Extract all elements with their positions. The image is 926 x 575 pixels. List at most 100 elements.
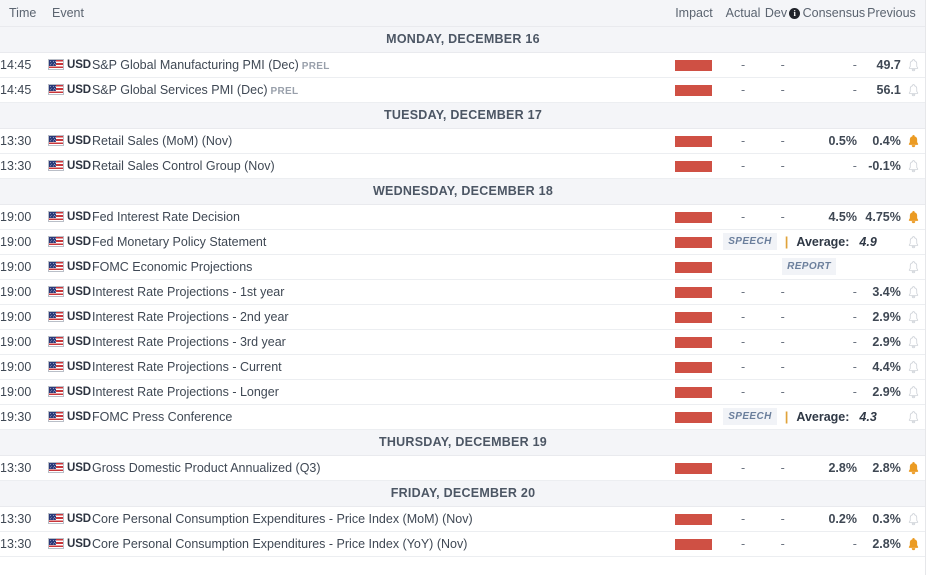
currency-cell: USD <box>46 404 92 429</box>
event-row[interactable]: 19:00USDInterest Rate Projections - Long… <box>0 379 926 404</box>
event-name-cell[interactable]: Interest Rate Projections - 2nd year <box>92 304 665 329</box>
event-row[interactable]: 19:00USDFOMC Economic ProjectionsREPORT <box>0 254 926 279</box>
event-name-cell[interactable]: FOMC Economic Projections <box>92 254 665 279</box>
alert-bell-cell[interactable] <box>901 379 926 404</box>
currency-label: USD <box>67 462 91 474</box>
average-value: 4.3 <box>859 410 876 424</box>
event-row[interactable]: 19:00USDInterest Rate Projections - 2nd … <box>0 304 926 329</box>
event-row[interactable]: 13:30USDRetail Sales Control Group (Nov)… <box>0 153 926 178</box>
alert-bell-cell[interactable] <box>901 52 926 77</box>
column-header-event[interactable]: Event <box>46 0 665 26</box>
alert-bell-cell[interactable] <box>901 279 926 304</box>
event-name-cell[interactable]: Interest Rate Projections - 3rd year <box>92 329 665 354</box>
economic-calendar: Time Event Impact Actual Devi Consensus … <box>0 0 926 575</box>
impact-cell <box>665 128 724 153</box>
alert-bell-cell[interactable] <box>901 531 926 556</box>
alert-bell-cell[interactable] <box>901 229 926 254</box>
previous-value: 0.4% <box>857 128 901 153</box>
alert-bell-cell[interactable] <box>901 506 926 531</box>
consensus-value: 2.8% <box>803 455 857 480</box>
alert-bell-cell[interactable] <box>901 254 926 279</box>
consensus-value: 0.2% <box>803 506 857 531</box>
event-name: Interest Rate Projections - 3rd year <box>92 335 286 349</box>
event-name-cell[interactable]: S&P Global Services PMI (Dec)PREL <box>92 77 665 102</box>
event-name-cell[interactable]: Retail Sales Control Group (Nov) <box>92 153 665 178</box>
column-header-previous[interactable]: Previous <box>857 0 926 26</box>
bell-filled-icon[interactable] <box>907 460 920 474</box>
event-name-cell[interactable]: FOMC Press Conference <box>92 404 665 429</box>
average-label: Average: <box>796 410 849 424</box>
bell-outline-icon[interactable] <box>907 284 920 298</box>
impact-cell <box>665 229 724 254</box>
event-name-cell[interactable]: Interest Rate Projections - Current <box>92 354 665 379</box>
us-flag-icon <box>48 135 64 146</box>
actual-value: - <box>723 329 763 354</box>
column-header-time[interactable]: Time <box>0 0 46 26</box>
bell-outline-icon[interactable] <box>907 259 920 273</box>
event-time: 13:30 <box>0 153 46 178</box>
alert-bell-cell[interactable] <box>901 77 926 102</box>
consensus-value: - <box>803 304 857 329</box>
bell-outline-icon[interactable] <box>907 309 920 323</box>
event-name-cell[interactable]: Interest Rate Projections - 1st year <box>92 279 665 304</box>
alert-bell-cell[interactable] <box>901 404 926 429</box>
event-name-cell[interactable]: Retail Sales (MoM) (Nov) <box>92 128 665 153</box>
column-header-impact[interactable]: Impact <box>665 0 724 26</box>
event-name-cell[interactable]: Gross Domestic Product Annualized (Q3) <box>92 455 665 480</box>
event-row[interactable]: 19:00USDInterest Rate Projections - 1st … <box>0 279 926 304</box>
alert-bell-cell[interactable] <box>901 304 926 329</box>
event-row[interactable]: 14:45USDS&P Global Manufacturing PMI (De… <box>0 52 926 77</box>
column-header-dev[interactable]: Devi <box>763 0 803 26</box>
event-name-cell[interactable]: Fed Monetary Policy Statement <box>92 229 665 254</box>
alert-bell-cell[interactable] <box>901 329 926 354</box>
event-name-cell[interactable]: Interest Rate Projections - Longer <box>92 379 665 404</box>
bell-outline-icon[interactable] <box>907 158 920 172</box>
column-header-consensus[interactable]: Consensus <box>803 0 857 26</box>
bell-filled-icon[interactable] <box>907 536 920 550</box>
currency-cell: USD <box>46 379 92 404</box>
event-row[interactable]: 13:30USDCore Personal Consumption Expend… <box>0 506 926 531</box>
column-header-row: Time Event Impact Actual Devi Consensus … <box>0 0 926 26</box>
speech-badge: SPEECH <box>723 233 777 250</box>
us-flag-icon <box>48 59 64 70</box>
event-name-cell[interactable]: Core Personal Consumption Expenditures -… <box>92 531 665 556</box>
event-row[interactable]: 19:00USDInterest Rate Projections - 3rd … <box>0 329 926 354</box>
event-name-cell[interactable]: Core Personal Consumption Expenditures -… <box>92 506 665 531</box>
alert-bell-cell[interactable] <box>901 354 926 379</box>
bell-outline-icon[interactable] <box>907 359 920 373</box>
event-row[interactable]: 19:30USDFOMC Press ConferenceSPEECH|Aver… <box>0 404 926 429</box>
bell-filled-icon[interactable] <box>907 133 920 147</box>
speech-info-cell: SPEECH|Average:4.9 <box>723 229 901 254</box>
table-header: Time Event Impact Actual Devi Consensus … <box>0 0 926 26</box>
info-icon[interactable]: i <box>789 8 800 19</box>
currency-cell: USD <box>46 304 92 329</box>
event-name-cell[interactable]: S&P Global Manufacturing PMI (Dec)PREL <box>92 52 665 77</box>
event-row[interactable]: 13:30USDCore Personal Consumption Expend… <box>0 531 926 556</box>
bell-outline-icon[interactable] <box>907 334 920 348</box>
alert-bell-cell[interactable] <box>901 153 926 178</box>
bell-outline-icon[interactable] <box>907 511 920 525</box>
day-header-row: TUESDAY, DECEMBER 17 <box>0 102 926 128</box>
day-header-label: TUESDAY, DECEMBER 17 <box>0 108 926 122</box>
event-row[interactable]: 19:00USDFed Monetary Policy StatementSPE… <box>0 229 926 254</box>
event-row[interactable]: 13:30USDRetail Sales (MoM) (Nov)--0.5%0.… <box>0 128 926 153</box>
event-row[interactable]: 13:30USDGross Domestic Product Annualize… <box>0 455 926 480</box>
bell-filled-icon[interactable] <box>907 209 920 223</box>
event-name-cell[interactable]: Fed Interest Rate Decision <box>92 204 665 229</box>
event-row[interactable]: 14:45USDS&P Global Services PMI (Dec)PRE… <box>0 77 926 102</box>
day-header-label: WEDNESDAY, DECEMBER 18 <box>0 184 926 198</box>
bell-outline-icon[interactable] <box>907 384 920 398</box>
event-row[interactable]: 19:00USDFed Interest Rate Decision--4.5%… <box>0 204 926 229</box>
alert-bell-cell[interactable] <box>901 204 926 229</box>
report-info-cell: REPORT <box>723 254 901 279</box>
bell-outline-icon[interactable] <box>907 57 920 71</box>
previous-value: -0.1% <box>857 153 901 178</box>
column-header-actual[interactable]: Actual <box>723 0 763 26</box>
alert-bell-cell[interactable] <box>901 455 926 480</box>
bell-outline-icon[interactable] <box>907 82 920 96</box>
event-row[interactable]: 19:00USDInterest Rate Projections - Curr… <box>0 354 926 379</box>
alert-bell-cell[interactable] <box>901 128 926 153</box>
previous-value: 4.4% <box>857 354 901 379</box>
bell-outline-icon[interactable] <box>907 234 920 248</box>
bell-outline-icon[interactable] <box>907 409 920 423</box>
